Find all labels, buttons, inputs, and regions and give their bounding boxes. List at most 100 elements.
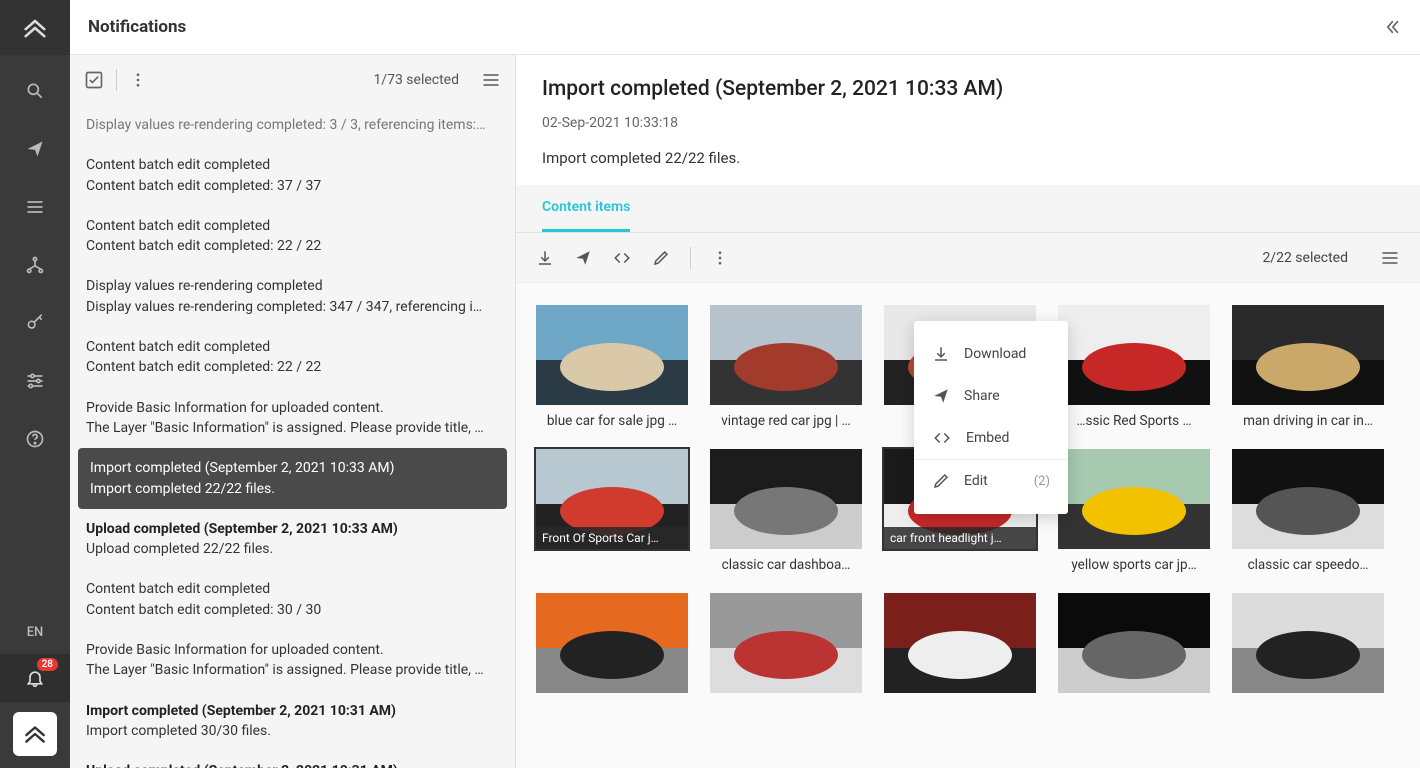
notification-item[interactable]: Display values re-rendering completed: 3… <box>70 105 515 145</box>
notification-description: Content batch edit completed: 37 / 37 <box>86 176 499 196</box>
thumbnail[interactable] <box>536 305 688 405</box>
notifications-list[interactable]: Display values re-rendering completed: 3… <box>70 105 515 768</box>
rail-icons <box>23 55 47 611</box>
collapse-panel-icon[interactable] <box>1382 17 1402 37</box>
key-icon[interactable] <box>23 311 47 335</box>
rail-bottom: EN 28 <box>0 611 70 768</box>
list-settings-icon[interactable] <box>481 70 501 90</box>
main: Notifications 1/73 selected <box>70 0 1420 768</box>
ctx-share[interactable]: Share <box>914 375 1068 417</box>
ctx-share-label: Share <box>964 388 1000 404</box>
thumbnail[interactable] <box>1232 305 1384 405</box>
app-logo[interactable] <box>0 0 70 55</box>
help-icon[interactable] <box>23 427 47 451</box>
content-item[interactable]: …ssic Red Sports … <box>1058 305 1210 429</box>
toolbar-divider <box>690 247 691 269</box>
thumbnail[interactable] <box>1232 449 1384 549</box>
ctx-download[interactable]: Download <box>914 333 1068 375</box>
share-icon-toolbar[interactable] <box>574 249 592 267</box>
thumbnail[interactable] <box>1058 305 1210 405</box>
content-item[interactable]: vintage red car jpg | … <box>710 305 862 429</box>
ctx-edit[interactable]: Edit (2) <box>914 459 1068 502</box>
content-item[interactable]: classic car dashboa… <box>710 449 862 573</box>
content-item[interactable] <box>1232 593 1384 701</box>
language-selector[interactable]: EN <box>27 611 44 654</box>
content-item[interactable] <box>710 593 862 701</box>
content-item[interactable]: man driving in car in… <box>1232 305 1384 429</box>
view-options-icon[interactable] <box>1380 248 1400 268</box>
edit-icon[interactable] <box>652 249 670 267</box>
thumbnail[interactable] <box>710 305 862 405</box>
notification-title: Content batch edit completed <box>86 216 499 236</box>
detail-summary: Import completed 22/22 files. <box>542 149 1394 167</box>
thumbnail-caption: vintage red car jpg | … <box>710 413 862 429</box>
left-rail: EN 28 <box>0 0 70 768</box>
notification-item[interactable]: Content batch edit completedContent batc… <box>70 206 515 267</box>
share-icon[interactable] <box>23 137 47 161</box>
tab-content-items[interactable]: Content items <box>542 185 630 232</box>
menu-lines-icon[interactable] <box>23 195 47 219</box>
content-item[interactable] <box>1058 593 1210 701</box>
notification-item[interactable]: Provide Basic Information for uploaded c… <box>70 388 515 449</box>
thumbnail[interactable] <box>1232 593 1384 693</box>
content-item[interactable] <box>884 593 1036 701</box>
sliders-icon[interactable] <box>23 369 47 393</box>
content-item[interactable]: Front Of Sports Car j…. <box>536 449 688 573</box>
notification-item[interactable]: Upload completed (September 2, 2021 10:3… <box>70 509 515 570</box>
brand-logo-small[interactable] <box>13 712 57 756</box>
items-selection-count: 2/22 selected <box>1262 250 1348 266</box>
embed-icon[interactable] <box>612 249 632 267</box>
detail-timestamp: 02-Sep-2021 10:33:18 <box>542 115 1394 131</box>
notification-title: Import completed (September 2, 2021 10:3… <box>90 458 495 478</box>
hierarchy-icon[interactable] <box>23 253 47 277</box>
detail-panel: Import completed (September 2, 2021 10:3… <box>516 55 1420 768</box>
more-icon-items[interactable] <box>711 249 729 267</box>
ctx-edit-count: (2) <box>1034 474 1050 489</box>
notification-title: Content batch edit completed <box>86 579 499 599</box>
ctx-embed-label: Embed <box>966 430 1009 446</box>
notifications-bell[interactable]: 28 <box>0 654 70 702</box>
more-icon[interactable] <box>129 71 147 89</box>
notification-item[interactable]: Upload completed (September 2, 2021 10:3… <box>70 751 515 768</box>
ctx-embed[interactable]: Embed <box>914 417 1068 459</box>
content-item[interactable]: blue car for sale jpg … <box>536 305 688 429</box>
notification-description: Content batch edit completed: 30 / 30 <box>86 600 499 620</box>
thumbnail-caption: blue car for sale jpg … <box>536 413 688 429</box>
notification-description: Import completed 30/30 files. <box>86 721 499 741</box>
notification-item[interactable]: Content batch edit completedContent batc… <box>70 327 515 388</box>
thumbnail[interactable] <box>710 449 862 549</box>
thumbnail[interactable] <box>536 593 688 693</box>
content-item[interactable]: yellow sports car jp… <box>1058 449 1210 573</box>
thumbnail[interactable] <box>1058 449 1210 549</box>
notification-item[interactable]: Content batch edit completedContent batc… <box>70 569 515 630</box>
notification-item[interactable]: Provide Basic Information for uploaded c… <box>70 630 515 691</box>
thumbnail[interactable]: Front Of Sports Car j… <box>536 449 688 549</box>
ctx-download-label: Download <box>964 346 1026 362</box>
notifications-badge: 28 <box>37 658 58 671</box>
thumbnail[interactable] <box>1058 593 1210 693</box>
thumbnail[interactable] <box>884 593 1036 693</box>
ctx-edit-label: Edit <box>964 473 988 489</box>
notifications-toolbar: 1/73 selected <box>70 55 515 105</box>
download-icon[interactable] <box>536 249 554 267</box>
thumbnail-caption: man driving in car in… <box>1232 413 1384 429</box>
select-all-icon[interactable] <box>84 70 104 90</box>
thumbnail[interactable] <box>710 593 862 693</box>
notification-item[interactable]: Content batch edit completedContent batc… <box>70 145 515 206</box>
share-icon <box>932 387 950 405</box>
columns: 1/73 selected Display values re-renderin… <box>70 55 1420 768</box>
notification-description: Import completed 22/22 files. <box>90 479 495 499</box>
content-item[interactable]: classic car speedo… <box>1232 449 1384 573</box>
notification-title: Content batch edit completed <box>86 337 499 357</box>
notification-item[interactable]: Import completed (September 2, 2021 10:3… <box>70 691 515 752</box>
notification-item[interactable]: Display values re-rendering completedDis… <box>70 266 515 327</box>
content-item[interactable] <box>536 593 688 701</box>
search-icon[interactable] <box>23 79 47 103</box>
thumbnail-selected-label: car front headlight j… <box>884 527 1036 549</box>
selection-count: 1/73 selected <box>373 72 459 88</box>
notification-description: Content batch edit completed: 22 / 22 <box>86 357 499 377</box>
detail-title: Import completed (September 2, 2021 10:3… <box>542 77 1394 101</box>
notification-item[interactable]: Import completed (September 2, 2021 10:3… <box>78 448 507 509</box>
items-grid-wrap: blue car for sale jpg … vintage red car j… <box>516 283 1420 768</box>
notification-title: Content batch edit completed <box>86 155 499 175</box>
